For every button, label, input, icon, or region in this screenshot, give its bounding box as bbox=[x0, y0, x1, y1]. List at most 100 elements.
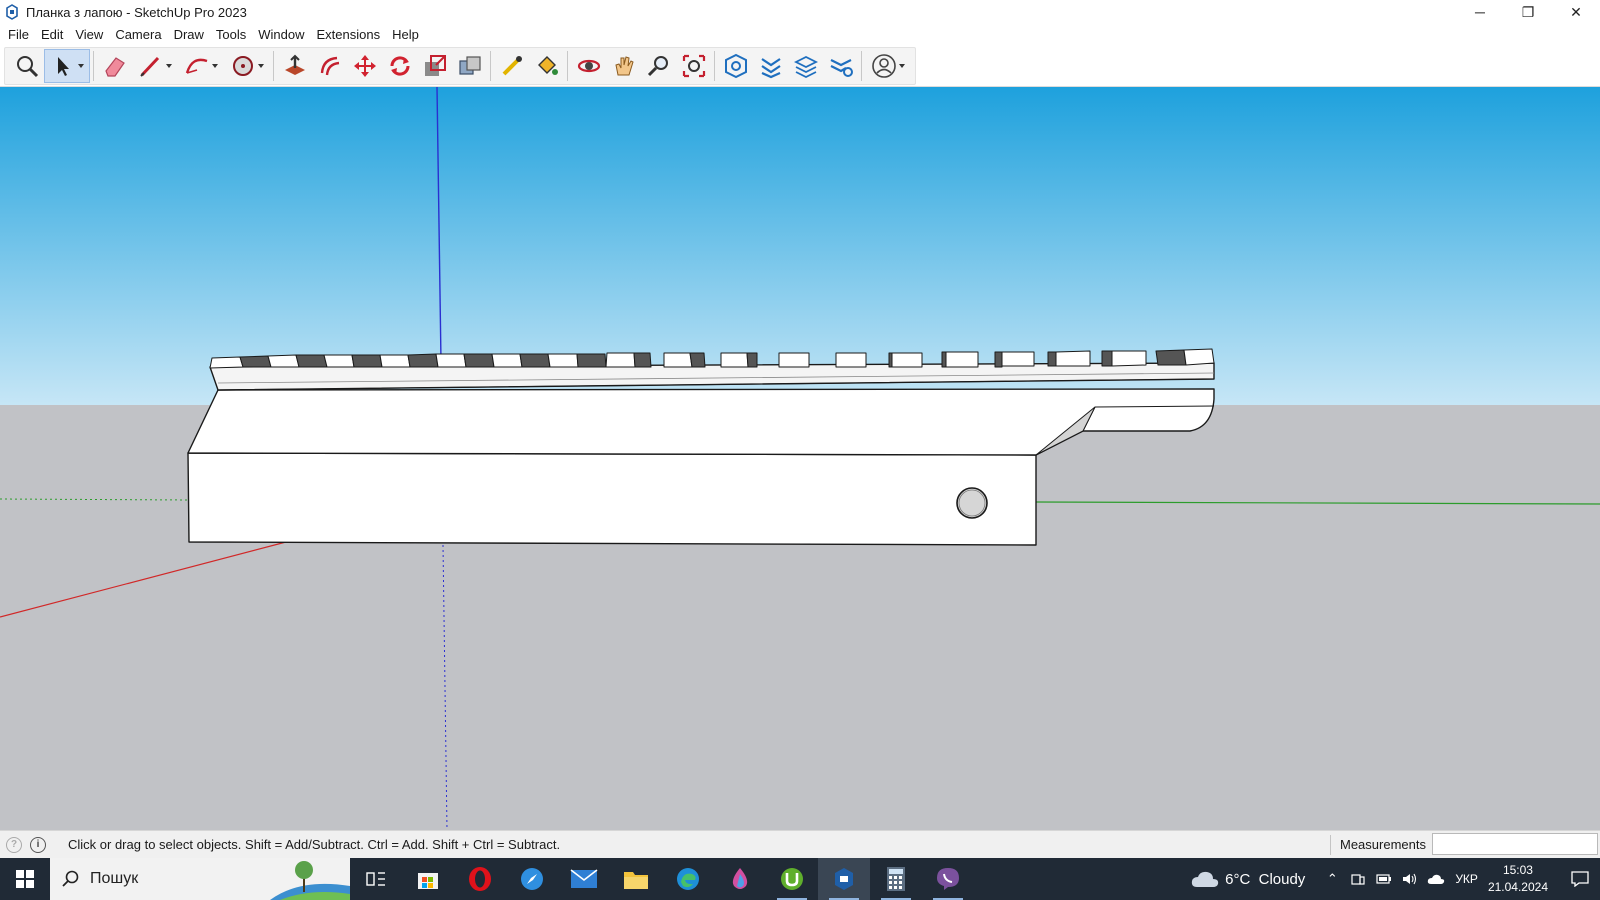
solid-tools-icon bbox=[458, 56, 481, 75]
taskbar: Пошук 6°C Cloudy ⌃ УКР 15:03 21.04.2024 bbox=[0, 858, 1600, 900]
chevron-up-icon[interactable]: ⌃ bbox=[1319, 858, 1345, 900]
restore-button[interactable]: ❐ bbox=[1504, 0, 1552, 24]
paint-bucket-tool[interactable] bbox=[529, 49, 564, 83]
sketchup-app-icon bbox=[4, 4, 20, 20]
weather-text: 6°C Cloudy bbox=[1225, 870, 1306, 888]
offset-icon bbox=[320, 56, 339, 76]
offset-tool[interactable] bbox=[312, 49, 347, 83]
mounting-hole[interactable] bbox=[956, 487, 988, 519]
pencil-line-icon bbox=[140, 56, 160, 77]
help-icon[interactable]: ? bbox=[6, 836, 22, 853]
paint-icon bbox=[732, 868, 748, 889]
zoom-extents-icon bbox=[682, 54, 705, 78]
taskbar-sketchup[interactable] bbox=[818, 858, 870, 900]
menu-tools[interactable]: Tools bbox=[210, 24, 252, 45]
rail-base-block[interactable] bbox=[187, 452, 1037, 546]
eraser-tool[interactable] bbox=[97, 49, 132, 83]
pencil-line-tool[interactable] bbox=[132, 49, 178, 83]
menu-window[interactable]: Window bbox=[252, 24, 310, 45]
calculator-icon bbox=[887, 867, 905, 891]
edge-icon bbox=[677, 868, 699, 890]
zoom-window-tool[interactable] bbox=[9, 49, 44, 83]
opera-icon bbox=[469, 867, 491, 891]
onedrive-icon[interactable] bbox=[1423, 858, 1449, 900]
menu-file[interactable]: File bbox=[2, 24, 35, 45]
taskbar-explorer[interactable] bbox=[610, 858, 662, 900]
tape-measure-tool[interactable] bbox=[494, 49, 529, 83]
taskbar-opera[interactable] bbox=[454, 858, 506, 900]
warehouse-tool[interactable] bbox=[718, 49, 753, 83]
window-title: Планка з лапою - SketchUp Pro 2023 bbox=[26, 4, 247, 20]
task-view-icon bbox=[366, 872, 385, 886]
layout-tool[interactable] bbox=[788, 49, 823, 83]
close-button[interactable]: ✕ bbox=[1552, 0, 1600, 24]
taskbar-calculator[interactable] bbox=[870, 858, 922, 900]
taskbar-viber[interactable] bbox=[922, 858, 974, 900]
move-tool[interactable] bbox=[347, 49, 382, 83]
arc-tool[interactable] bbox=[178, 49, 224, 83]
measurements-input[interactable] bbox=[1432, 833, 1598, 855]
solid-tools-tool[interactable] bbox=[452, 49, 487, 83]
push-pull-tool[interactable] bbox=[277, 49, 312, 83]
store-icon bbox=[418, 873, 438, 889]
taskbar-utorrent[interactable] bbox=[766, 858, 818, 900]
volume-icon[interactable] bbox=[1397, 858, 1423, 900]
safari-icon bbox=[521, 868, 543, 890]
minimize-button[interactable]: ─ bbox=[1456, 0, 1504, 24]
info-icon[interactable]: i bbox=[30, 836, 46, 853]
zoom-window-icon bbox=[16, 56, 38, 78]
zoom-extents-tool[interactable] bbox=[676, 49, 711, 83]
scale-tool[interactable] bbox=[417, 49, 452, 83]
zoom-tool[interactable] bbox=[641, 49, 676, 83]
select-tool[interactable] bbox=[44, 49, 90, 83]
taskbar-safari[interactable] bbox=[506, 858, 558, 900]
clock[interactable]: 15:03 21.04.2024 bbox=[1488, 862, 1548, 896]
notification-center[interactable] bbox=[1560, 858, 1600, 900]
menu-draw[interactable]: Draw bbox=[168, 24, 210, 45]
rotate-tool[interactable] bbox=[382, 49, 417, 83]
pan-icon bbox=[614, 56, 634, 76]
tape-measure-icon bbox=[502, 56, 522, 76]
viewport-canvas[interactable] bbox=[0, 87, 1600, 830]
extension-manager-tool[interactable] bbox=[823, 49, 858, 83]
orbit-tool[interactable] bbox=[571, 49, 606, 83]
device-icon[interactable] bbox=[1345, 858, 1371, 900]
rotate-icon bbox=[389, 56, 410, 76]
menu-edit[interactable]: Edit bbox=[35, 24, 69, 45]
menu-help[interactable]: Help bbox=[386, 24, 425, 45]
language-indicator[interactable]: УКР bbox=[1455, 872, 1478, 886]
warehouse-icon bbox=[724, 53, 747, 79]
weather-widget[interactable]: 6°C Cloudy bbox=[1191, 870, 1305, 888]
taskbar-store[interactable] bbox=[402, 858, 454, 900]
circle-tool[interactable] bbox=[224, 49, 270, 83]
utorrent-icon bbox=[781, 868, 803, 890]
cloud-icon bbox=[1191, 871, 1219, 887]
pan-tool[interactable] bbox=[606, 49, 641, 83]
windows-logo-icon bbox=[16, 870, 34, 888]
profile-tool[interactable] bbox=[865, 49, 911, 83]
select-icon bbox=[58, 57, 69, 76]
viber-icon bbox=[937, 868, 959, 890]
start-button[interactable] bbox=[0, 858, 50, 900]
measurements-label: Measurements bbox=[1340, 837, 1426, 852]
model-viewport[interactable] bbox=[0, 87, 1600, 830]
move-icon bbox=[353, 55, 376, 77]
menu-bar: File Edit View Camera Draw Tools Window … bbox=[0, 24, 1600, 45]
taskbar-search[interactable]: Пошук bbox=[50, 858, 350, 900]
mail-icon bbox=[570, 869, 598, 888]
search-placeholder: Пошук bbox=[90, 870, 139, 887]
battery-icon[interactable] bbox=[1371, 858, 1397, 900]
extension-warehouse-tool[interactable] bbox=[753, 49, 788, 83]
menu-extensions[interactable]: Extensions bbox=[311, 24, 387, 45]
clock-date: 21.04.2024 bbox=[1487, 880, 1548, 894]
taskbar-edge[interactable] bbox=[662, 858, 714, 900]
layout-icon bbox=[793, 55, 818, 79]
toolbar bbox=[0, 45, 1600, 87]
menu-view[interactable]: View bbox=[69, 24, 109, 45]
scale-icon bbox=[424, 55, 446, 76]
zoom-icon bbox=[647, 56, 668, 77]
taskbar-paint[interactable] bbox=[714, 858, 766, 900]
taskbar-task-view[interactable] bbox=[350, 858, 402, 900]
taskbar-mail[interactable] bbox=[558, 858, 610, 900]
menu-camera[interactable]: Camera bbox=[109, 24, 167, 45]
